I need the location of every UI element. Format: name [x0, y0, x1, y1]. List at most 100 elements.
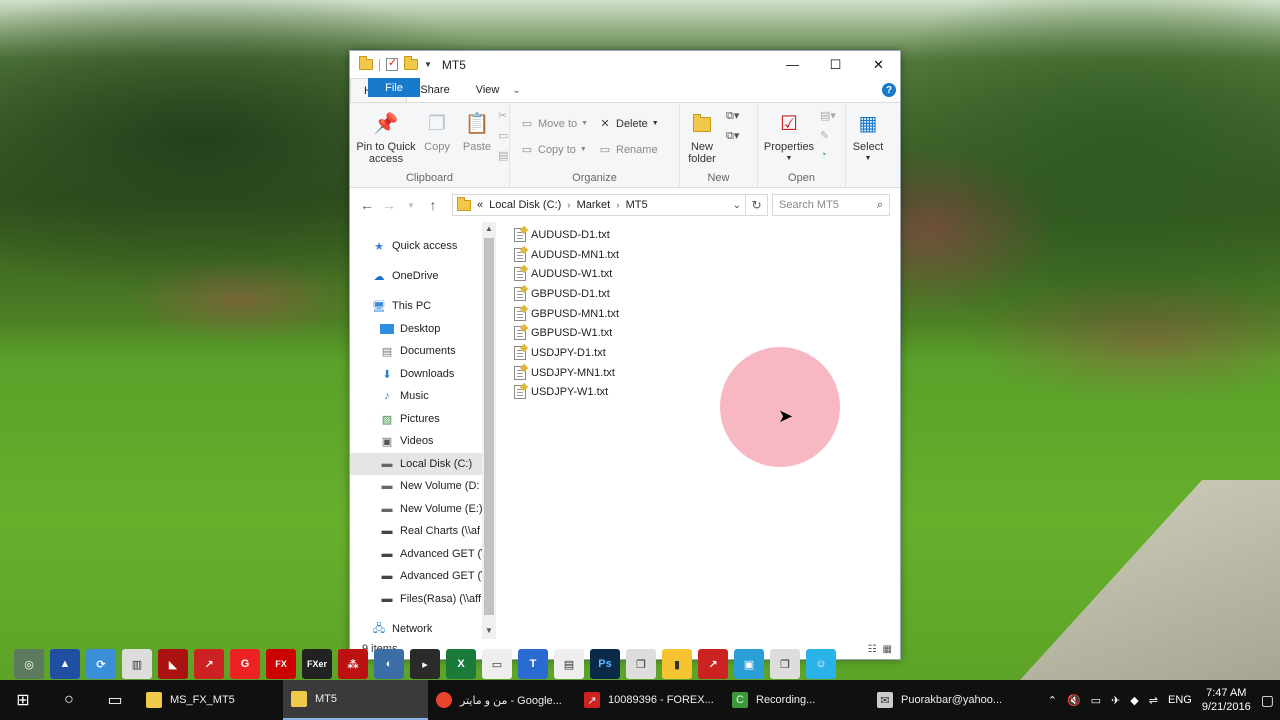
nav-onedrive[interactable]: ☁ OneDrive: [350, 265, 482, 287]
app-shortcut-icon[interactable]: ▸: [410, 649, 440, 679]
battery-icon[interactable]: ▭: [1091, 694, 1101, 707]
app-shortcut-icon[interactable]: ⁂: [338, 649, 368, 679]
nav-real-charts[interactable]: ▬ Real Charts (\\af: [350, 520, 482, 542]
paste-button[interactable]: 📋 Paste: [460, 109, 494, 153]
app-shortcut-icon[interactable]: ◐: [374, 649, 404, 679]
cortana-search-icon[interactable]: ○: [46, 680, 92, 720]
tab-view[interactable]: View: [463, 78, 513, 102]
easy-access-icon[interactable]: ⧉▾: [726, 129, 739, 143]
properties-quick-icon[interactable]: [386, 56, 398, 71]
nav-new-volume-e[interactable]: ▬ New Volume (E:): [350, 498, 483, 520]
file-item[interactable]: AUDUSD-MN1.txt: [514, 245, 619, 264]
app-shortcut-icon[interactable]: ◎: [14, 649, 44, 679]
nav-pictures[interactable]: ▨ Pictures: [350, 408, 482, 430]
breadcrumb-market[interactable]: Market: [577, 199, 611, 211]
file-item[interactable]: GBPUSD-W1.txt: [514, 323, 612, 342]
app-shortcut-icon[interactable]: ❐: [770, 649, 800, 679]
breadcrumb-separator-icon[interactable]: ›: [616, 200, 619, 211]
taskbar-app-forex[interactable]: ↗ 10089396 - FOREX...: [576, 680, 724, 720]
nav-music[interactable]: ♪ Music: [350, 385, 482, 407]
scrollbar-thumb[interactable]: [484, 238, 494, 615]
nav-documents[interactable]: ▤ Documents: [350, 340, 482, 362]
search-input[interactable]: Search MT5 ⌕: [772, 194, 890, 216]
fxpro-icon[interactable]: FX: [266, 649, 296, 679]
taskbar-app-recording[interactable]: C Recording...: [724, 680, 869, 720]
app-shortcut-icon[interactable]: ◣: [158, 649, 188, 679]
new-item-icon[interactable]: ⧉▾: [726, 109, 739, 123]
start-button[interactable]: ⊞: [0, 680, 46, 720]
edit-icon[interactable]: ✎: [820, 129, 829, 142]
maximize-button[interactable]: ☐: [814, 51, 857, 78]
up-arrow-icon[interactable]: ↑: [422, 197, 444, 213]
history-icon[interactable]: ◔: [820, 149, 827, 161]
address-bar[interactable]: « Local Disk (C:) › Market › MT5 ⌄ ↻: [452, 194, 768, 216]
app-shortcut-icon[interactable]: ▤: [554, 649, 584, 679]
app-shortcut-icon[interactable]: ↗: [194, 649, 224, 679]
nav-files-rasa[interactable]: ▬ Files(Rasa) (\\aff: [350, 588, 482, 610]
app-shortcut-icon[interactable]: X: [446, 649, 476, 679]
breadcrumb-mt5[interactable]: MT5: [626, 199, 648, 211]
taskbar-app-chrome[interactable]: من و مایتر - Google...: [428, 680, 576, 720]
file-item[interactable]: AUDUSD-W1.txt: [514, 264, 612, 283]
app-shortcut-icon[interactable]: T: [518, 649, 548, 679]
delete-button[interactable]: ✕ Delete ▼: [598, 117, 658, 131]
task-view-icon[interactable]: ▭: [92, 680, 138, 720]
copy-button[interactable]: ❐ Copy: [420, 109, 454, 153]
address-dropdown-icon[interactable]: ⌄: [733, 200, 741, 211]
nav-network[interactable]: 🖧 Network: [350, 618, 482, 640]
file-item[interactable]: GBPUSD-D1.txt: [514, 284, 610, 303]
breadcrumb-local-disk[interactable]: Local Disk (C:): [489, 199, 561, 211]
file-item[interactable]: USDJPY-W1.txt: [514, 382, 608, 401]
refresh-icon[interactable]: ↻: [745, 195, 767, 215]
photoshop-icon[interactable]: Ps: [590, 649, 620, 679]
nav-advanced-get-2[interactable]: ▬ Advanced GET (\: [350, 565, 483, 587]
nav-this-pc[interactable]: 🖥 This PC: [350, 295, 482, 317]
nav-desktop[interactable]: Desktop: [350, 318, 482, 340]
paste-shortcut-icon[interactable]: ▤: [498, 149, 508, 162]
new-folder-button[interactable]: New folder: [686, 109, 718, 165]
scroll-down-icon[interactable]: ▼: [482, 626, 496, 635]
fxer-icon[interactable]: FXer: [302, 649, 332, 679]
show-hidden-icons-icon[interactable]: ⌃: [1048, 694, 1057, 707]
app-shortcut-icon[interactable]: ▣: [734, 649, 764, 679]
cut-icon[interactable]: ✂: [498, 109, 507, 122]
tab-file[interactable]: File: [368, 78, 420, 97]
nav-videos[interactable]: ▣ Videos: [350, 430, 482, 452]
back-arrow-icon[interactable]: ←: [356, 197, 378, 213]
file-item[interactable]: USDJPY-D1.txt: [514, 343, 606, 362]
recent-locations-chevron-icon[interactable]: ▼: [400, 201, 422, 210]
nav-scrollbar[interactable]: ▲ ▼: [482, 222, 496, 639]
nav-new-volume-d[interactable]: ▬ New Volume (D:: [350, 475, 482, 497]
network-icon[interactable]: ✈: [1111, 694, 1120, 707]
file-item[interactable]: USDJPY-MN1.txt: [514, 363, 615, 382]
clock[interactable]: 7:47 AM 9/21/2016: [1202, 686, 1251, 714]
app-shortcut-icon[interactable]: ⟳: [86, 649, 116, 679]
help-icon[interactable]: ?: [882, 83, 896, 97]
copy-path-icon[interactable]: ▭: [498, 129, 508, 142]
open-icon[interactable]: ▤▾: [820, 109, 836, 122]
nav-local-disk-c[interactable]: ▬ Local Disk (C:): [350, 453, 482, 475]
customize-chevron-icon[interactable]: ▼: [424, 60, 432, 69]
app-tray-icon[interactable]: ◆: [1130, 694, 1138, 707]
volume-muted-icon[interactable]: 🔇: [1067, 694, 1081, 707]
breadcrumb-separator-icon[interactable]: ›: [567, 200, 570, 211]
app-shortcut-icon[interactable]: ▲: [50, 649, 80, 679]
nav-advanced-get-1[interactable]: ▬ Advanced GET (\: [350, 543, 483, 565]
action-center-icon[interactable]: ▢: [1261, 692, 1274, 709]
copy-to-button[interactable]: ▭ Copy to ▼: [520, 143, 587, 157]
breadcrumb-overflow[interactable]: «: [477, 199, 483, 211]
move-to-button[interactable]: ▭ Move to ▼: [520, 117, 588, 131]
app-shortcut-icon[interactable]: ❐: [626, 649, 656, 679]
usb-icon[interactable]: ⇌: [1149, 694, 1158, 707]
rename-button[interactable]: ▭ Rename: [598, 143, 658, 157]
minimize-button[interactable]: —: [771, 51, 814, 78]
taskbar-app-ms-fx-mt5[interactable]: MS_FX_MT5: [138, 680, 283, 720]
close-button[interactable]: ✕: [857, 51, 900, 78]
app-shortcut-icon[interactable]: ▥: [122, 649, 152, 679]
nav-downloads[interactable]: ⬇ Downloads: [350, 363, 482, 385]
scroll-up-icon[interactable]: ▲: [482, 224, 496, 233]
file-item[interactable]: GBPUSD-MN1.txt: [514, 304, 619, 323]
language-indicator[interactable]: ENG: [1168, 694, 1192, 706]
new-folder-quick-icon[interactable]: [404, 56, 418, 70]
taskbar-app-email[interactable]: ✉ Puorakbar@yahoo...: [869, 680, 1011, 720]
